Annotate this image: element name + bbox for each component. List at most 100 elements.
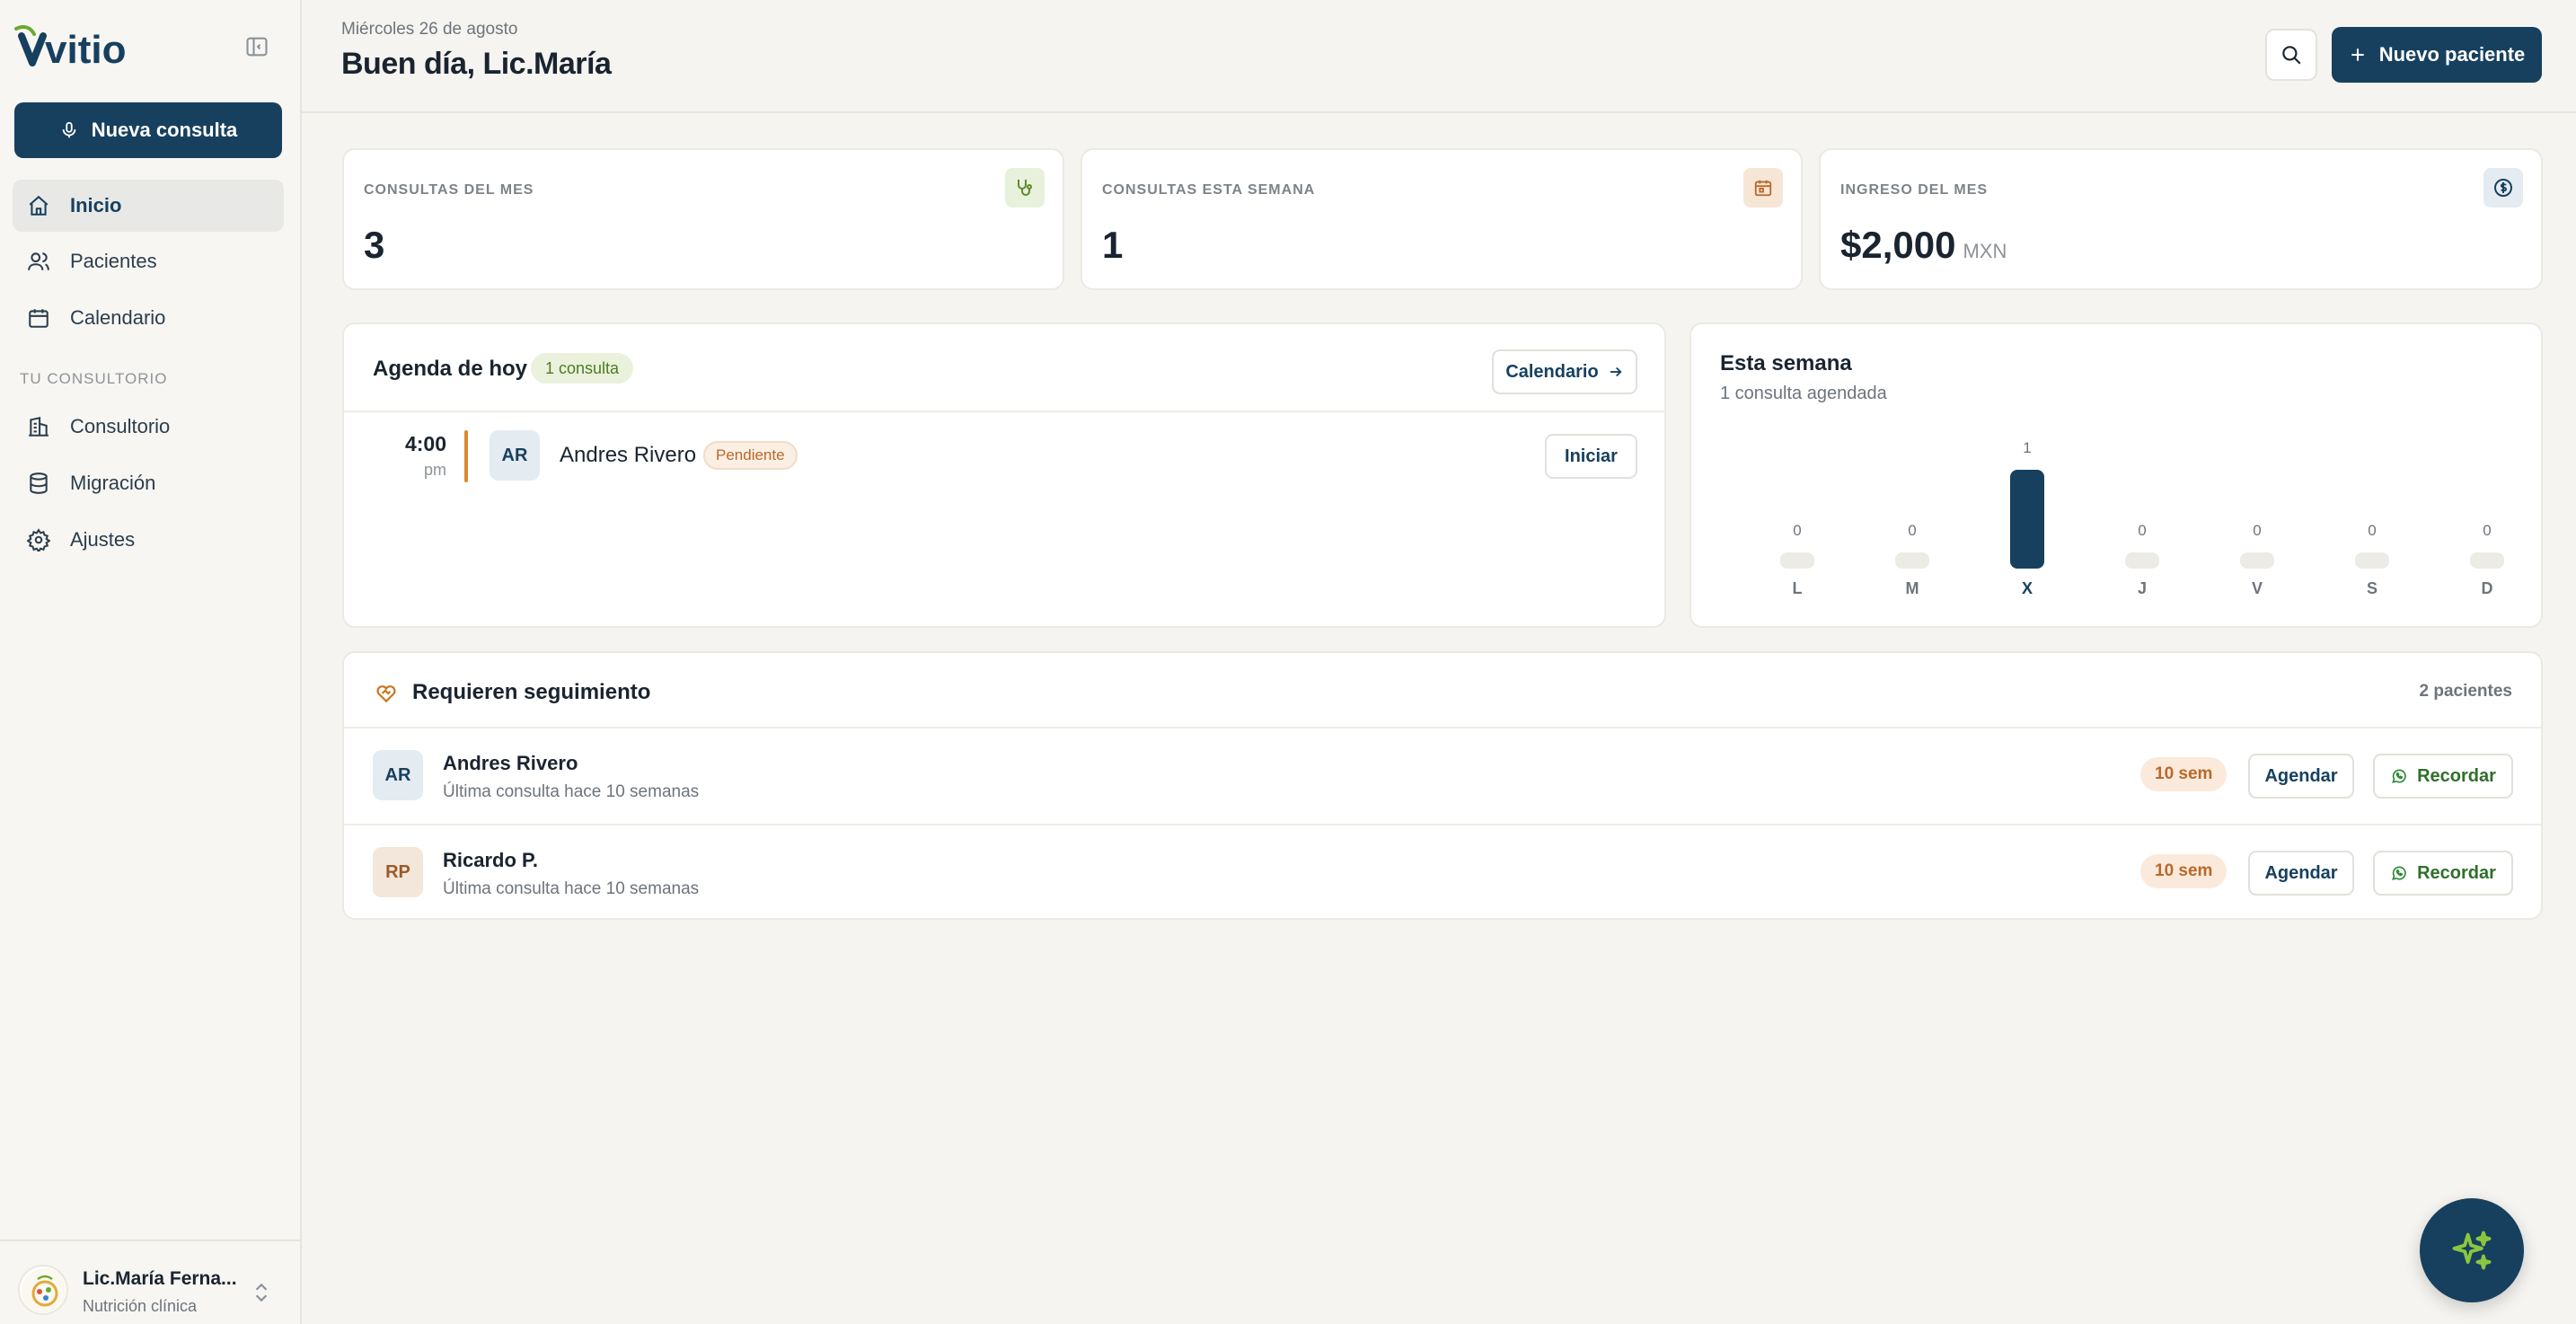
followup-title: Requieren seguimiento (412, 680, 651, 704)
chart-bar-value: 1 (2023, 439, 2032, 456)
chart-bar-J (2125, 552, 2159, 569)
sidebar-item-consultorio[interactable]: Consultorio (13, 401, 284, 453)
chart-day-label: S (2366, 579, 2378, 597)
chart-day-label: D (2481, 579, 2493, 597)
chart-bar-M (1895, 552, 1929, 569)
avatar: AR (490, 430, 540, 481)
arrow-right-icon (1610, 366, 1622, 377)
patient-name[interactable]: Andres Rivero (560, 443, 696, 468)
logo-text: vitio (45, 28, 126, 70)
app: vitio Nueva consulta Inicio Pacientes Ca… (0, 0, 2576, 1324)
schedule-button[interactable]: Agendar (2248, 851, 2354, 896)
whatsapp-icon (2392, 769, 2406, 783)
plus-icon (2351, 49, 2364, 61)
chart-bar-value: 0 (2483, 522, 2492, 539)
users-icon (28, 252, 49, 270)
start-consult-button[interactable]: Iniciar (1545, 434, 1637, 479)
new-patient-button[interactable]: Nuevo paciente (2332, 27, 2542, 83)
schedule-button[interactable]: Agendar (2248, 754, 2354, 799)
dollar-icon (2494, 179, 2512, 197)
sidebar-item-label: Consultorio (70, 415, 171, 437)
sidebar-item-label: Calendario (70, 306, 166, 329)
chart-day-label: V (2251, 579, 2263, 597)
chart-bar-value: 0 (2138, 522, 2147, 539)
list-item: RP Ricardo P. Última consulta hace 10 se… (344, 825, 2541, 921)
chart-bar-value: 0 (2253, 522, 2262, 539)
stat-icon-box (2483, 168, 2523, 207)
status-indicator-bar (464, 430, 468, 482)
chart-day-label: X (2021, 579, 2033, 597)
calendar-icon (29, 309, 49, 328)
list-item: AR Andres Rivero Última consulta hace 10… (344, 728, 2541, 824)
stat-icon-box (1005, 168, 1045, 207)
last-visit-text: Última consulta hace 10 semanas (443, 782, 700, 801)
week-chart-card: Esta semana 1 consulta agendada 0L0M1X0J… (1689, 322, 2543, 628)
sidebar-item-migracion[interactable]: Migración (13, 457, 284, 509)
page-header: Miércoles 26 de agosto Buen día, Lic.Mar… (302, 0, 2576, 113)
weeks-badge: 10 sem (2140, 757, 2228, 791)
agenda-title: Agenda de hoy (373, 357, 528, 381)
status-badge: Pendiente (703, 441, 798, 470)
patient-name[interactable]: Ricardo P. (443, 849, 538, 872)
sidebar-item-label: Migración (70, 472, 156, 494)
chart-day-label: M (1905, 579, 1919, 597)
new-patient-label: Nuevo paciente (2378, 43, 2526, 66)
sparkles-icon (2452, 1231, 2492, 1270)
user-role: Nutrición clínica (83, 1297, 198, 1315)
vitio-logo[interactable]: vitio (14, 22, 137, 70)
stat-label: CONSULTAS DEL MES (364, 182, 534, 198)
agenda-card: Agenda de hoy 1 consulta Calendario 4:00… (342, 322, 1666, 628)
currency-unit: MXN (1963, 240, 2007, 262)
remind-button[interactable]: Recordar (2373, 851, 2513, 896)
week-bar-chart: 0 L 0 M 1 X 0 J 0 V 0 S 0 D (1691, 324, 2545, 630)
chart-bar-value: 0 (2368, 522, 2377, 539)
sidebar: vitio Nueva consulta Inicio Pacientes Ca… (0, 0, 302, 1324)
calendar-link-button[interactable]: Calendario (1492, 349, 1637, 394)
stethoscope-icon (1018, 180, 1032, 196)
ai-assistant-button[interactable] (2420, 1198, 2524, 1302)
chart-day-label: L (1792, 579, 1803, 597)
chart-bar-value: 0 (1908, 522, 1917, 539)
stat-value: 3 (364, 224, 385, 266)
agenda-count-badge: 1 consulta (531, 353, 634, 384)
calendar-link-label: Calendario (1505, 361, 1599, 382)
user-name: Lic.María Ferna... (83, 1268, 237, 1289)
sidebar-item-ajustes[interactable]: Ajustes (13, 514, 284, 566)
remind-label: Recordar (2417, 765, 2496, 786)
stat-label: CONSULTAS ESTA SEMANA (1102, 182, 1316, 198)
agenda-item[interactable]: 4:00 pm AR Andres Rivero Pendiente Inici… (344, 412, 1664, 502)
chart-bar-S (2355, 552, 2389, 569)
new-consult-label: Nueva consulta (91, 119, 238, 141)
chart-bar-X (2010, 470, 2044, 569)
page-title: Buen día, Lic.María (341, 47, 612, 81)
chart-bar-value: 0 (1793, 522, 1802, 539)
new-consult-button[interactable]: Nueva consulta (14, 102, 282, 158)
building-icon (29, 416, 49, 437)
followup-card: Requieren seguimiento 2 pacientes AR And… (342, 651, 2543, 920)
avatar: RP (373, 847, 423, 897)
user-avatar-image (22, 1268, 66, 1313)
sidebar-item-inicio[interactable]: Inicio (13, 180, 284, 232)
sidebar-item-label: Inicio (70, 194, 122, 216)
user-menu[interactable]: Lic.María Ferna... Nutrición clínica (0, 1240, 302, 1324)
home-icon (29, 195, 49, 216)
stat-label: INGRESO DEL MES (1840, 182, 1989, 198)
avatar (18, 1265, 68, 1315)
stat-value: 1 (1102, 224, 1124, 266)
remind-button[interactable]: Recordar (2373, 754, 2513, 799)
chart-bar-D (2470, 552, 2504, 569)
sidebar-item-label: Ajustes (70, 528, 136, 551)
search-button[interactable] (2265, 29, 2317, 81)
sidebar-item-pacientes[interactable]: Pacientes (13, 235, 284, 287)
sidebar-item-calendario[interactable]: Calendario (13, 292, 284, 344)
sidebar-collapse-icon[interactable] (244, 34, 269, 59)
gear-icon (27, 528, 50, 552)
sidebar-item-label: Pacientes (70, 250, 157, 272)
stat-value: $2,000 MXN (1840, 224, 2007, 266)
patient-name[interactable]: Andres Rivero (443, 752, 578, 775)
search-icon (2282, 46, 2301, 65)
chart-day-label: J (2137, 579, 2147, 597)
database-icon (30, 472, 48, 494)
whatsapp-icon (2392, 866, 2406, 880)
appointment-time: 4:00 (404, 432, 446, 455)
